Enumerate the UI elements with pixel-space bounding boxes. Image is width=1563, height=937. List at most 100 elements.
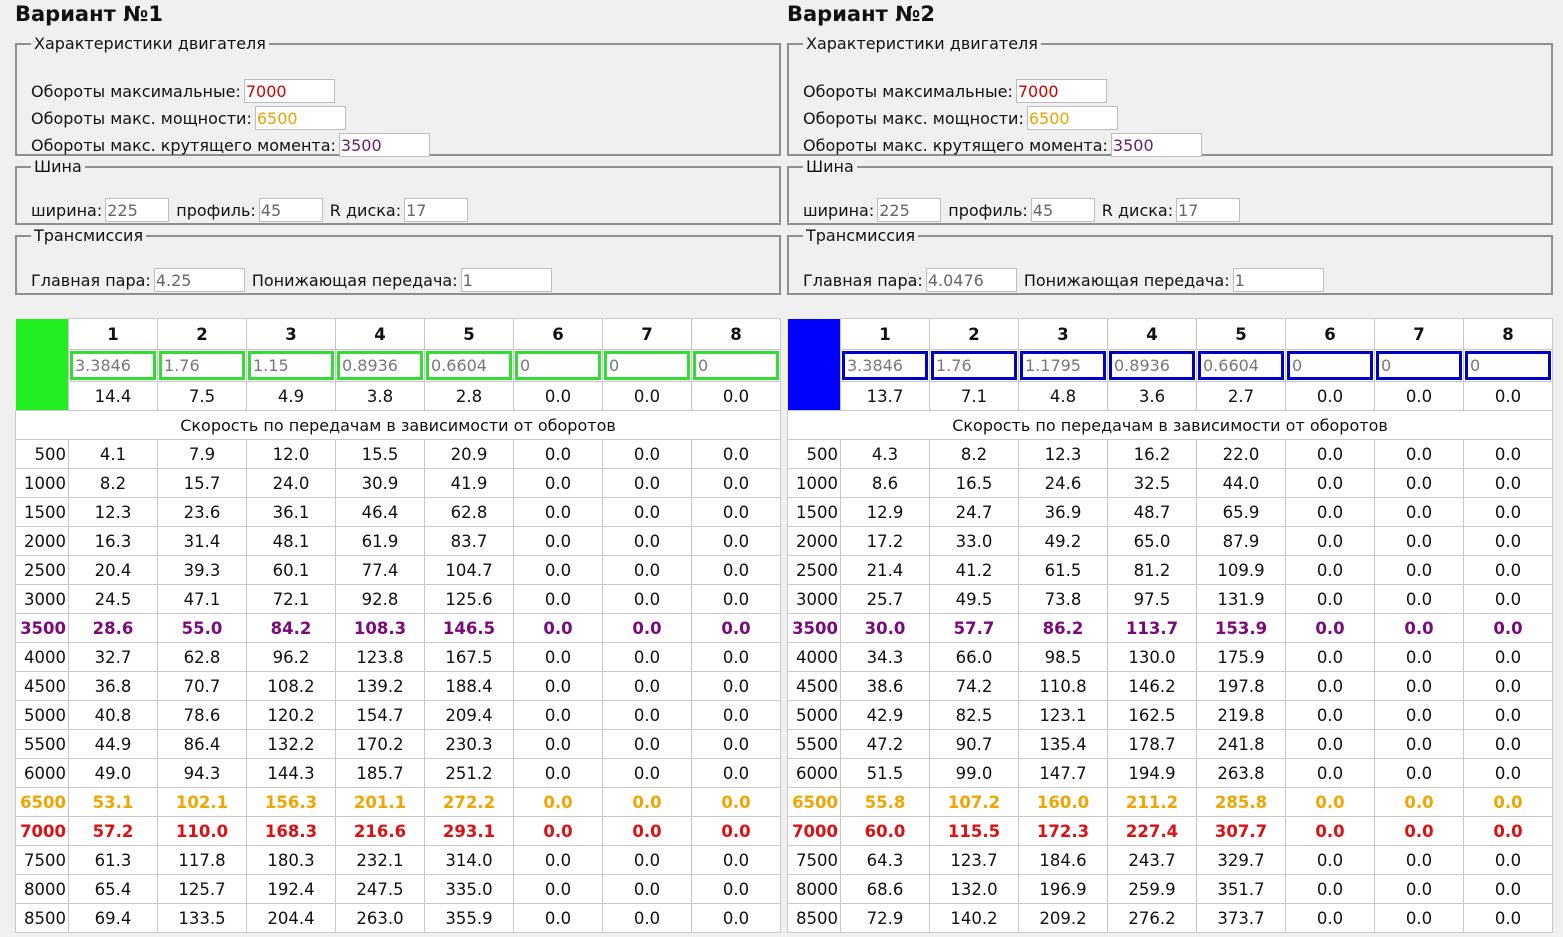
speed-row: 2500 20.4 39.3 60.1 77.4 104.7 0.0 0.0 0.0 xyxy=(15,555,781,585)
speed-cell: 125.6 xyxy=(424,584,514,614)
gear-ratio-input[interactable] xyxy=(1465,351,1551,380)
speed-cell: 62.8 xyxy=(424,497,514,527)
power-rpm-input[interactable] xyxy=(1026,106,1118,130)
speed-row: 3000 25.7 49.5 73.8 97.5 131.9 0.0 0.0 0.0 xyxy=(787,584,1553,614)
gear-ratio-input[interactable] xyxy=(693,351,779,380)
max-rpm-label: Обороты максимальные: xyxy=(31,81,241,101)
transmission-fieldset: Трансмиссия Главная пара: Понижающая пер… xyxy=(15,227,781,295)
speed-cell: 146.5 xyxy=(424,613,514,643)
gear-ratio-input[interactable] xyxy=(515,351,601,380)
rim-input[interactable] xyxy=(1176,198,1241,222)
speed-cell: 97.5 xyxy=(1107,584,1197,614)
speed-cell: 209.2 xyxy=(1018,903,1108,933)
speed-cell: 16.2 xyxy=(1107,439,1197,469)
speed-cell: 178.7 xyxy=(1107,729,1197,759)
speed-cell: 211.2 xyxy=(1107,787,1197,817)
speed-cell: 30.9 xyxy=(335,468,425,498)
speed-cell: 0.0 xyxy=(691,497,781,527)
speed-cell: 0.0 xyxy=(1463,468,1553,498)
speed-cell: 24.7 xyxy=(929,497,1019,527)
rpm-cell: 1500 xyxy=(787,497,841,527)
rpm-cell: 7000 xyxy=(787,816,841,846)
rpm-cell: 2500 xyxy=(787,555,841,585)
speed-cell: 87.9 xyxy=(1196,526,1286,556)
rpm-cell: 4500 xyxy=(15,671,69,701)
speed-cell: 0.0 xyxy=(602,439,692,469)
speed-cell: 0.0 xyxy=(602,613,692,643)
main-pair-input[interactable] xyxy=(153,268,245,292)
gear-ratio-input[interactable] xyxy=(842,351,928,380)
speed-cell: 0.0 xyxy=(513,439,603,469)
speed-cell: 61.9 xyxy=(335,526,425,556)
gear-number-header: 7 xyxy=(602,318,692,350)
tire-width-input[interactable] xyxy=(877,198,942,222)
speed-cell: 0.0 xyxy=(1285,642,1375,672)
speed-cell: 140.2 xyxy=(929,903,1019,933)
speed-cell: 0.0 xyxy=(1463,787,1553,817)
tire-width-input[interactable] xyxy=(105,198,170,222)
speed-cell: 0.0 xyxy=(1374,758,1464,788)
speed-cell: 0.0 xyxy=(1285,758,1375,788)
gear-ratio-input[interactable] xyxy=(1376,351,1462,380)
speed-cell: 0.0 xyxy=(1463,700,1553,730)
power-rpm-input[interactable] xyxy=(254,106,346,130)
speed-cell: 0.0 xyxy=(1374,903,1464,933)
speed-cell: 0.0 xyxy=(1374,787,1464,817)
tire-profile-input[interactable] xyxy=(258,198,323,222)
speed-cell: 0.0 xyxy=(691,584,781,614)
gear-number-header: 6 xyxy=(513,318,603,350)
gear-ratio-input[interactable] xyxy=(70,351,156,380)
speed-cell: 0.0 xyxy=(691,439,781,469)
reduction-input[interactable] xyxy=(460,268,552,292)
speed-cell: 0.0 xyxy=(602,787,692,817)
tire-profile-input[interactable] xyxy=(1030,198,1095,222)
gear-ratio-input[interactable] xyxy=(1287,351,1373,380)
gear-ratio-input[interactable] xyxy=(931,351,1017,380)
rpm-cell: 6000 xyxy=(787,758,841,788)
speed-row: 5500 47.2 90.7 135.4 178.7 241.8 0.0 0.0 0.0 xyxy=(787,729,1553,759)
gear-ratio-input[interactable] xyxy=(1109,351,1195,380)
speed-cell: 0.0 xyxy=(691,816,781,846)
rim-input[interactable] xyxy=(404,198,469,222)
speed-row: 4500 36.8 70.7 108.2 139.2 188.4 0.0 0.0 0.0 xyxy=(15,671,781,701)
speed-cell: 146.2 xyxy=(1107,671,1197,701)
speed-cell: 0.0 xyxy=(691,903,781,933)
max-rpm-input[interactable] xyxy=(243,79,335,103)
gear-ratio-input[interactable] xyxy=(426,351,512,380)
gear-ratio-input[interactable] xyxy=(159,351,245,380)
speed-cell: 8.2 xyxy=(68,468,158,498)
section-title: Скорость по передачам в зависимости от о… xyxy=(787,410,1553,440)
torque-rpm-input[interactable] xyxy=(338,133,430,157)
speed-cell: 31.4 xyxy=(157,526,247,556)
gear-ratio-input[interactable] xyxy=(1198,351,1284,380)
speed-cell: 65.0 xyxy=(1107,526,1197,556)
gear-number-header: 5 xyxy=(1196,318,1286,350)
speed-cell: 188.4 xyxy=(424,671,514,701)
gear-ratio-input[interactable] xyxy=(1020,351,1106,380)
speed-cell: 110.0 xyxy=(157,816,247,846)
gear-ratio-input[interactable] xyxy=(337,351,423,380)
speed-cell: 0.0 xyxy=(602,642,692,672)
speed-cell: 0.0 xyxy=(1285,613,1375,643)
torque-rpm-input[interactable] xyxy=(1110,133,1202,157)
speed-cell: 0.0 xyxy=(1463,671,1553,701)
speed-cell: 12.0 xyxy=(246,439,336,469)
speed-cell: 42.9 xyxy=(840,700,930,730)
gear-number-header: 3 xyxy=(246,318,336,350)
rpm-cell: 7500 xyxy=(787,845,841,875)
speed-cell: 0.0 xyxy=(1285,497,1375,527)
main-pair-input[interactable] xyxy=(925,268,1017,292)
speed-cell: 123.8 xyxy=(335,642,425,672)
speed-cell: 0.0 xyxy=(1374,816,1464,846)
gear-ratio-input[interactable] xyxy=(248,351,334,380)
speed-cell: 48.1 xyxy=(246,526,336,556)
tire-legend: Шина xyxy=(806,157,854,176)
gear-ratio-cell xyxy=(157,349,247,382)
reduction-input[interactable] xyxy=(1232,268,1324,292)
speed-cell: 102.1 xyxy=(157,787,247,817)
gear-ratio-input[interactable] xyxy=(604,351,690,380)
max-rpm-input[interactable] xyxy=(1015,79,1107,103)
speed-cell: 15.5 xyxy=(335,439,425,469)
speed-cell: 20.4 xyxy=(68,555,158,585)
tire-row: ширина: профиль: R диска: xyxy=(803,197,1247,223)
